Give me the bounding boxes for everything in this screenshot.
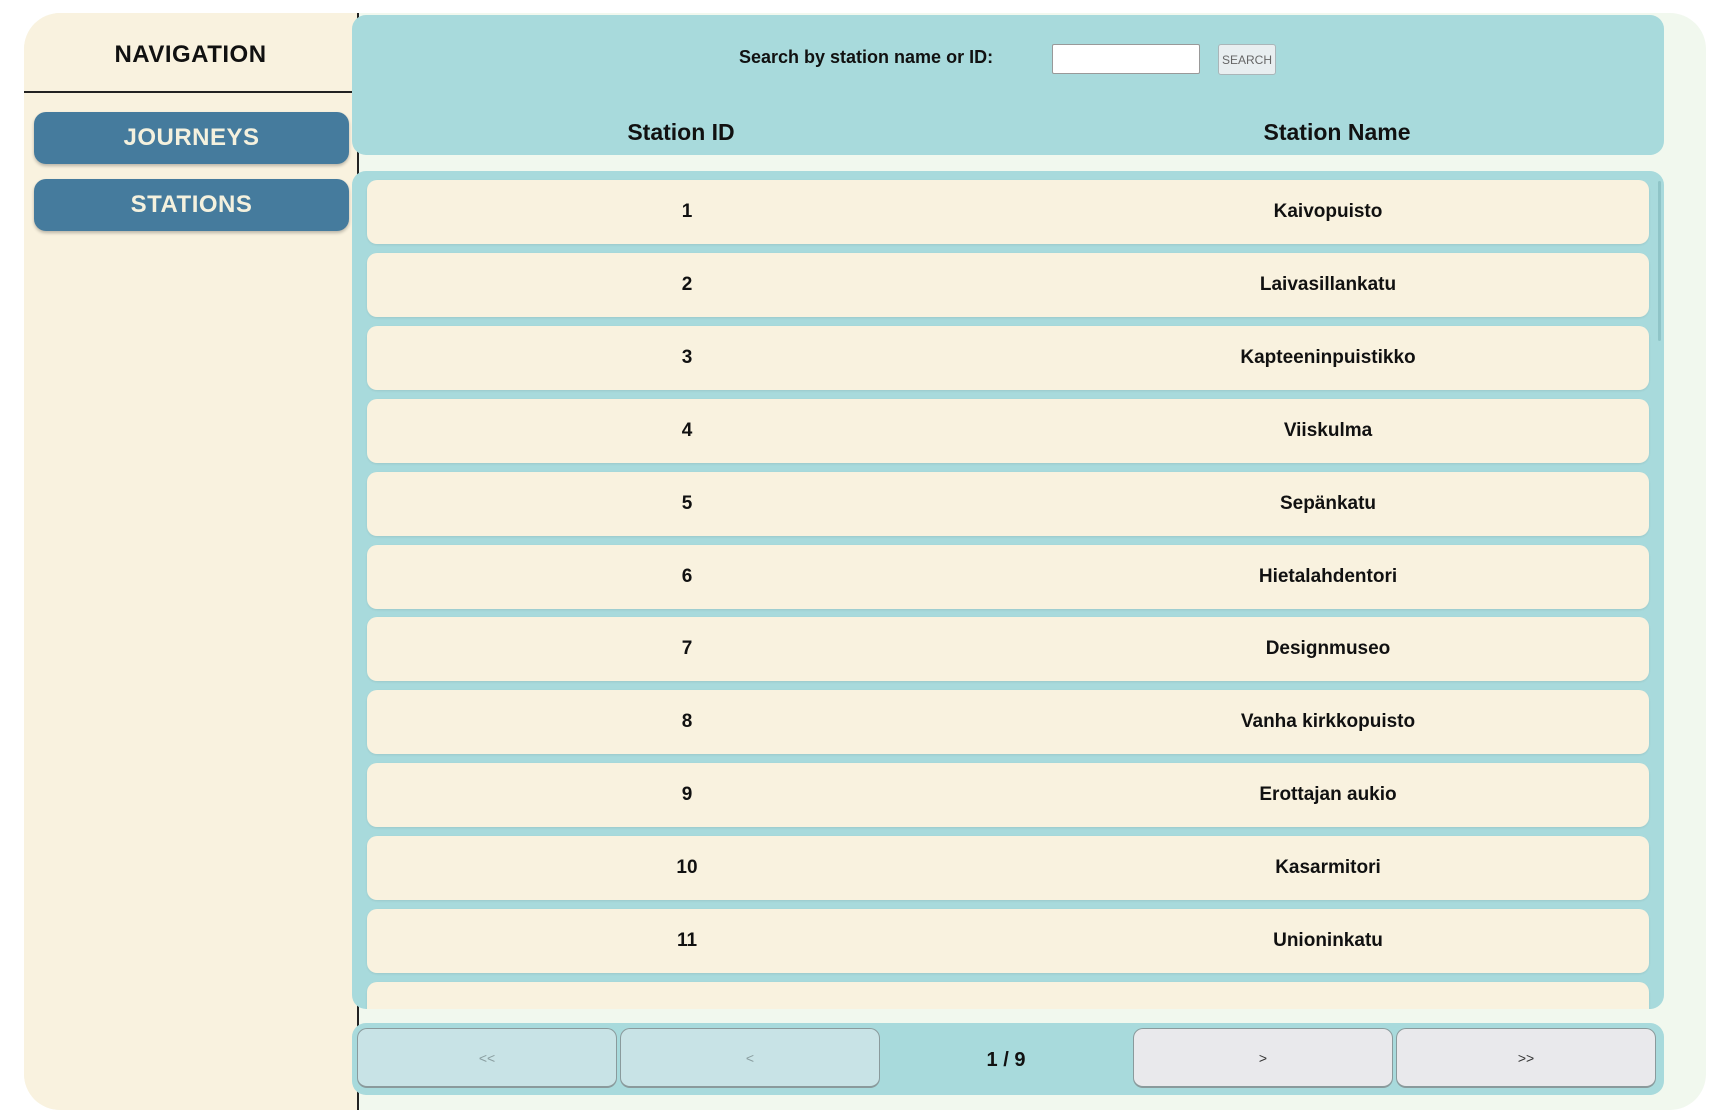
station-id-cell: 8 <box>681 711 693 732</box>
table-row[interactable]: 3 Kapteeninpuistikko <box>367 326 1649 390</box>
station-name-cell: Kasarmitori <box>1275 857 1381 878</box>
pagination: << < 1 / 9 > >> <box>352 1023 1664 1095</box>
table-row[interactable]: 10 Kasarmitori <box>367 836 1649 900</box>
previous-page-button[interactable]: < <box>620 1028 880 1088</box>
station-id-cell: 3 <box>681 347 693 368</box>
station-name-cell: Kapteeninpuistikko <box>1240 347 1416 368</box>
search-header: Search by station name or ID: SEARCH Sta… <box>352 15 1664 155</box>
table-row[interactable] <box>367 982 1649 1009</box>
station-name-cell: Laivasillankatu <box>1259 274 1397 295</box>
table-row[interactable]: 4 Viiskulma <box>367 399 1649 463</box>
table-row[interactable]: 11 Unioninkatu <box>367 909 1649 973</box>
nav-journeys-button[interactable]: JOURNEYS <box>34 112 349 164</box>
sidebar-title: NAVIGATION <box>24 13 357 93</box>
station-name-cell: Designmuseo <box>1265 638 1391 659</box>
table-row[interactable]: 8 Vanha kirkkopuisto <box>367 690 1649 754</box>
station-id-cell: 7 <box>681 638 693 659</box>
station-name-cell: Kaivopuisto <box>1273 201 1383 222</box>
station-id-cell: 1 <box>681 201 693 222</box>
station-name-cell: Erottajan aukio <box>1259 784 1397 805</box>
next-page-button[interactable]: > <box>1133 1028 1393 1088</box>
scrollbar-thumb[interactable] <box>1658 181 1661 341</box>
station-id-cell: 2 <box>681 274 693 295</box>
first-page-button[interactable]: << <box>357 1028 617 1088</box>
table-row[interactable]: 9 Erottajan aukio <box>367 763 1649 827</box>
search-label: Search by station name or ID: <box>739 47 994 67</box>
table-row[interactable]: 7 Designmuseo <box>367 617 1649 681</box>
station-id-cell: 5 <box>681 493 693 514</box>
sidebar: NAVIGATION JOURNEYS STATIONS <box>24 13 359 1110</box>
nav-stations-button[interactable]: STATIONS <box>34 179 349 231</box>
station-name-cell: Hietalahdentori <box>1258 566 1398 587</box>
station-name-cell: Vanha kirkkopuisto <box>1240 711 1416 732</box>
station-id-cell: 11 <box>676 930 698 951</box>
column-header-station-id: Station ID <box>627 119 735 145</box>
station-id-cell: 9 <box>681 784 693 805</box>
last-page-button[interactable]: >> <box>1396 1028 1656 1088</box>
station-id-cell: 6 <box>681 566 693 587</box>
table-row[interactable]: 5 Sepänkatu <box>367 472 1649 536</box>
table-row[interactable]: 6 Hietalahdentori <box>367 545 1649 609</box>
page-indicator: 1 / 9 <box>986 1049 1026 1071</box>
station-name-cell: Viiskulma <box>1283 420 1373 441</box>
station-name-cell: Unioninkatu <box>1273 930 1383 951</box>
search-button[interactable]: SEARCH <box>1218 44 1276 75</box>
station-name-cell: Sepänkatu <box>1279 493 1377 514</box>
table-row[interactable]: 1 Kaivopuisto <box>367 180 1649 244</box>
station-id-cell: 10 <box>676 857 698 878</box>
station-list[interactable]: 1 Kaivopuisto 2 Laivasillankatu 3 Kaptee… <box>352 171 1664 1009</box>
station-id-cell: 4 <box>681 420 693 441</box>
search-input[interactable] <box>1052 44 1200 74</box>
table-row[interactable]: 2 Laivasillankatu <box>367 253 1649 317</box>
column-header-station-name: Station Name <box>1263 119 1411 145</box>
